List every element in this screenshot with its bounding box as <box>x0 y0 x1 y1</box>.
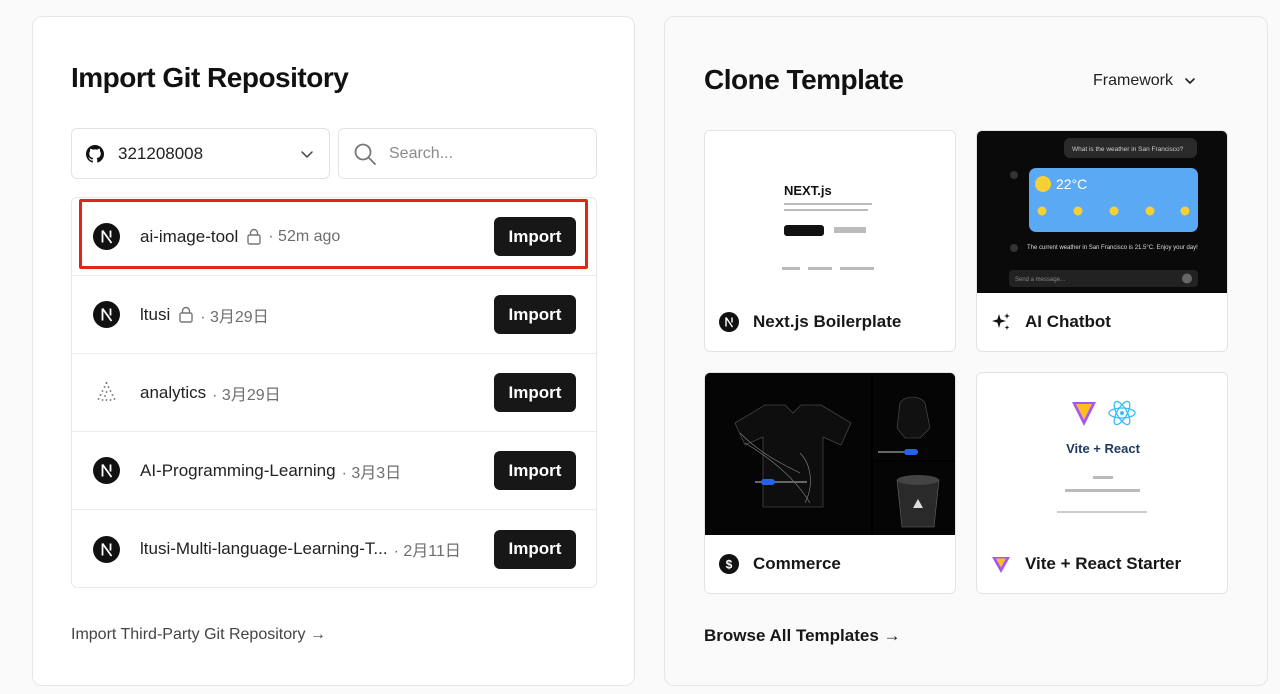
nextjs-icon <box>93 535 120 563</box>
repo-name: AI-Programming-Learning <box>140 460 336 480</box>
repo-updated: · 52m ago <box>268 227 341 245</box>
clone-panel-title: Clone Template <box>704 64 904 95</box>
ai-temp-text: 22°C <box>1056 176 1087 192</box>
ai-question-text: What is the weather in San Francisco? <box>1072 146 1184 153</box>
nextjs-icon <box>93 301 120 328</box>
lock-icon <box>179 306 193 323</box>
template-thumbnail <box>705 373 955 535</box>
browse-all-templates-link[interactable]: Browse All Templates → <box>704 626 901 646</box>
import-panel-title: Import Git Repository <box>71 62 349 93</box>
import-button[interactable]: Import <box>494 295 576 334</box>
repo-updated: · 2月11日 <box>393 543 461 560</box>
template-card-commerce[interactable]: $ Commerce <box>704 372 956 594</box>
repo-row: ltusi · 3月29日 Import <box>72 276 596 354</box>
import-third-party-link[interactable]: Import Third-Party Git Repository → <box>71 626 326 644</box>
template-thumbnail: Vite + React <box>977 373 1227 535</box>
template-card-ai-chatbot[interactable]: What is the weather in San Francisco? 22… <box>976 130 1228 352</box>
repo-row: ltusi-Multi-language-Learning-T... · 2月1… <box>72 510 596 587</box>
vite-title-text: Vite + React <box>1066 441 1141 456</box>
template-thumbnail: NEXT.js <box>705 131 955 293</box>
lock-icon <box>247 228 261 245</box>
repo-name: ai-image-tool <box>140 226 239 246</box>
repo-row: AI-Programming-Learning · 3月3日 Import <box>72 432 596 510</box>
nextjs-icon <box>93 223 120 250</box>
repo-row: ai-image-tool · 52m ago Import <box>72 198 596 276</box>
template-card-vite-react[interactable]: Vite + React Vite + React Starter <box>976 372 1228 594</box>
search-icon <box>354 143 376 165</box>
template-name: Next.js Boilerplate <box>753 312 902 331</box>
repo-list: ai-image-tool · 52m ago Import ltusi · 3… <box>71 197 597 588</box>
triangle-dots-icon <box>93 379 120 406</box>
nextjs-icon <box>719 312 739 332</box>
dollar-icon: $ <box>719 554 739 574</box>
template-name: Vite + React Starter <box>1025 554 1182 573</box>
template-name: Commerce <box>753 554 841 573</box>
framework-filter-label: Framework <box>1093 72 1174 89</box>
clone-template-panel: Clone Template Framework NEXT.js Next.js… <box>664 16 1268 686</box>
sparkles-icon <box>991 312 1011 332</box>
template-thumbnail: What is the weather in San Francisco? 22… <box>977 131 1227 293</box>
account-value: 321208008 <box>118 143 204 163</box>
next-logo-text: NEXT.js <box>784 183 832 198</box>
repo-name: analytics <box>140 382 207 402</box>
repo-name: ltusi <box>140 304 171 324</box>
ai-answer-text: The current weather in San Francisco is … <box>1027 245 1198 251</box>
chevron-down-icon <box>1185 78 1195 84</box>
repo-updated: · 3月29日 <box>200 308 269 326</box>
import-button[interactable]: Import <box>494 529 576 569</box>
repo-search[interactable] <box>338 128 597 179</box>
nextjs-icon <box>93 457 120 484</box>
template-card-nextjs[interactable]: NEXT.js Next.js Boilerplate <box>704 130 956 352</box>
template-name: AI Chatbot <box>1025 312 1111 331</box>
repo-name: ltusi-Multi-language-Learning-T... <box>140 539 388 558</box>
import-button[interactable]: Import <box>494 373 576 412</box>
svg-text:$: $ <box>726 558 733 572</box>
repo-updated: · 3月3日 <box>341 464 402 482</box>
github-icon <box>86 144 104 163</box>
chevron-down-icon <box>301 150 313 158</box>
import-button[interactable]: Import <box>494 451 576 490</box>
search-input[interactable] <box>389 144 569 163</box>
repo-row: analytics · 3月29日 Import <box>72 354 596 432</box>
repo-updated: · 3月29日 <box>212 386 281 404</box>
import-button[interactable]: Import <box>494 217 576 256</box>
account-select[interactable]: 321208008 <box>71 128 330 179</box>
framework-filter[interactable]: Framework <box>1093 72 1197 90</box>
import-git-panel: Import Git Repository 321208008 ai-image… <box>32 16 635 686</box>
vite-icon <box>991 554 1011 574</box>
ai-input-placeholder: Send a message... <box>1015 277 1065 283</box>
